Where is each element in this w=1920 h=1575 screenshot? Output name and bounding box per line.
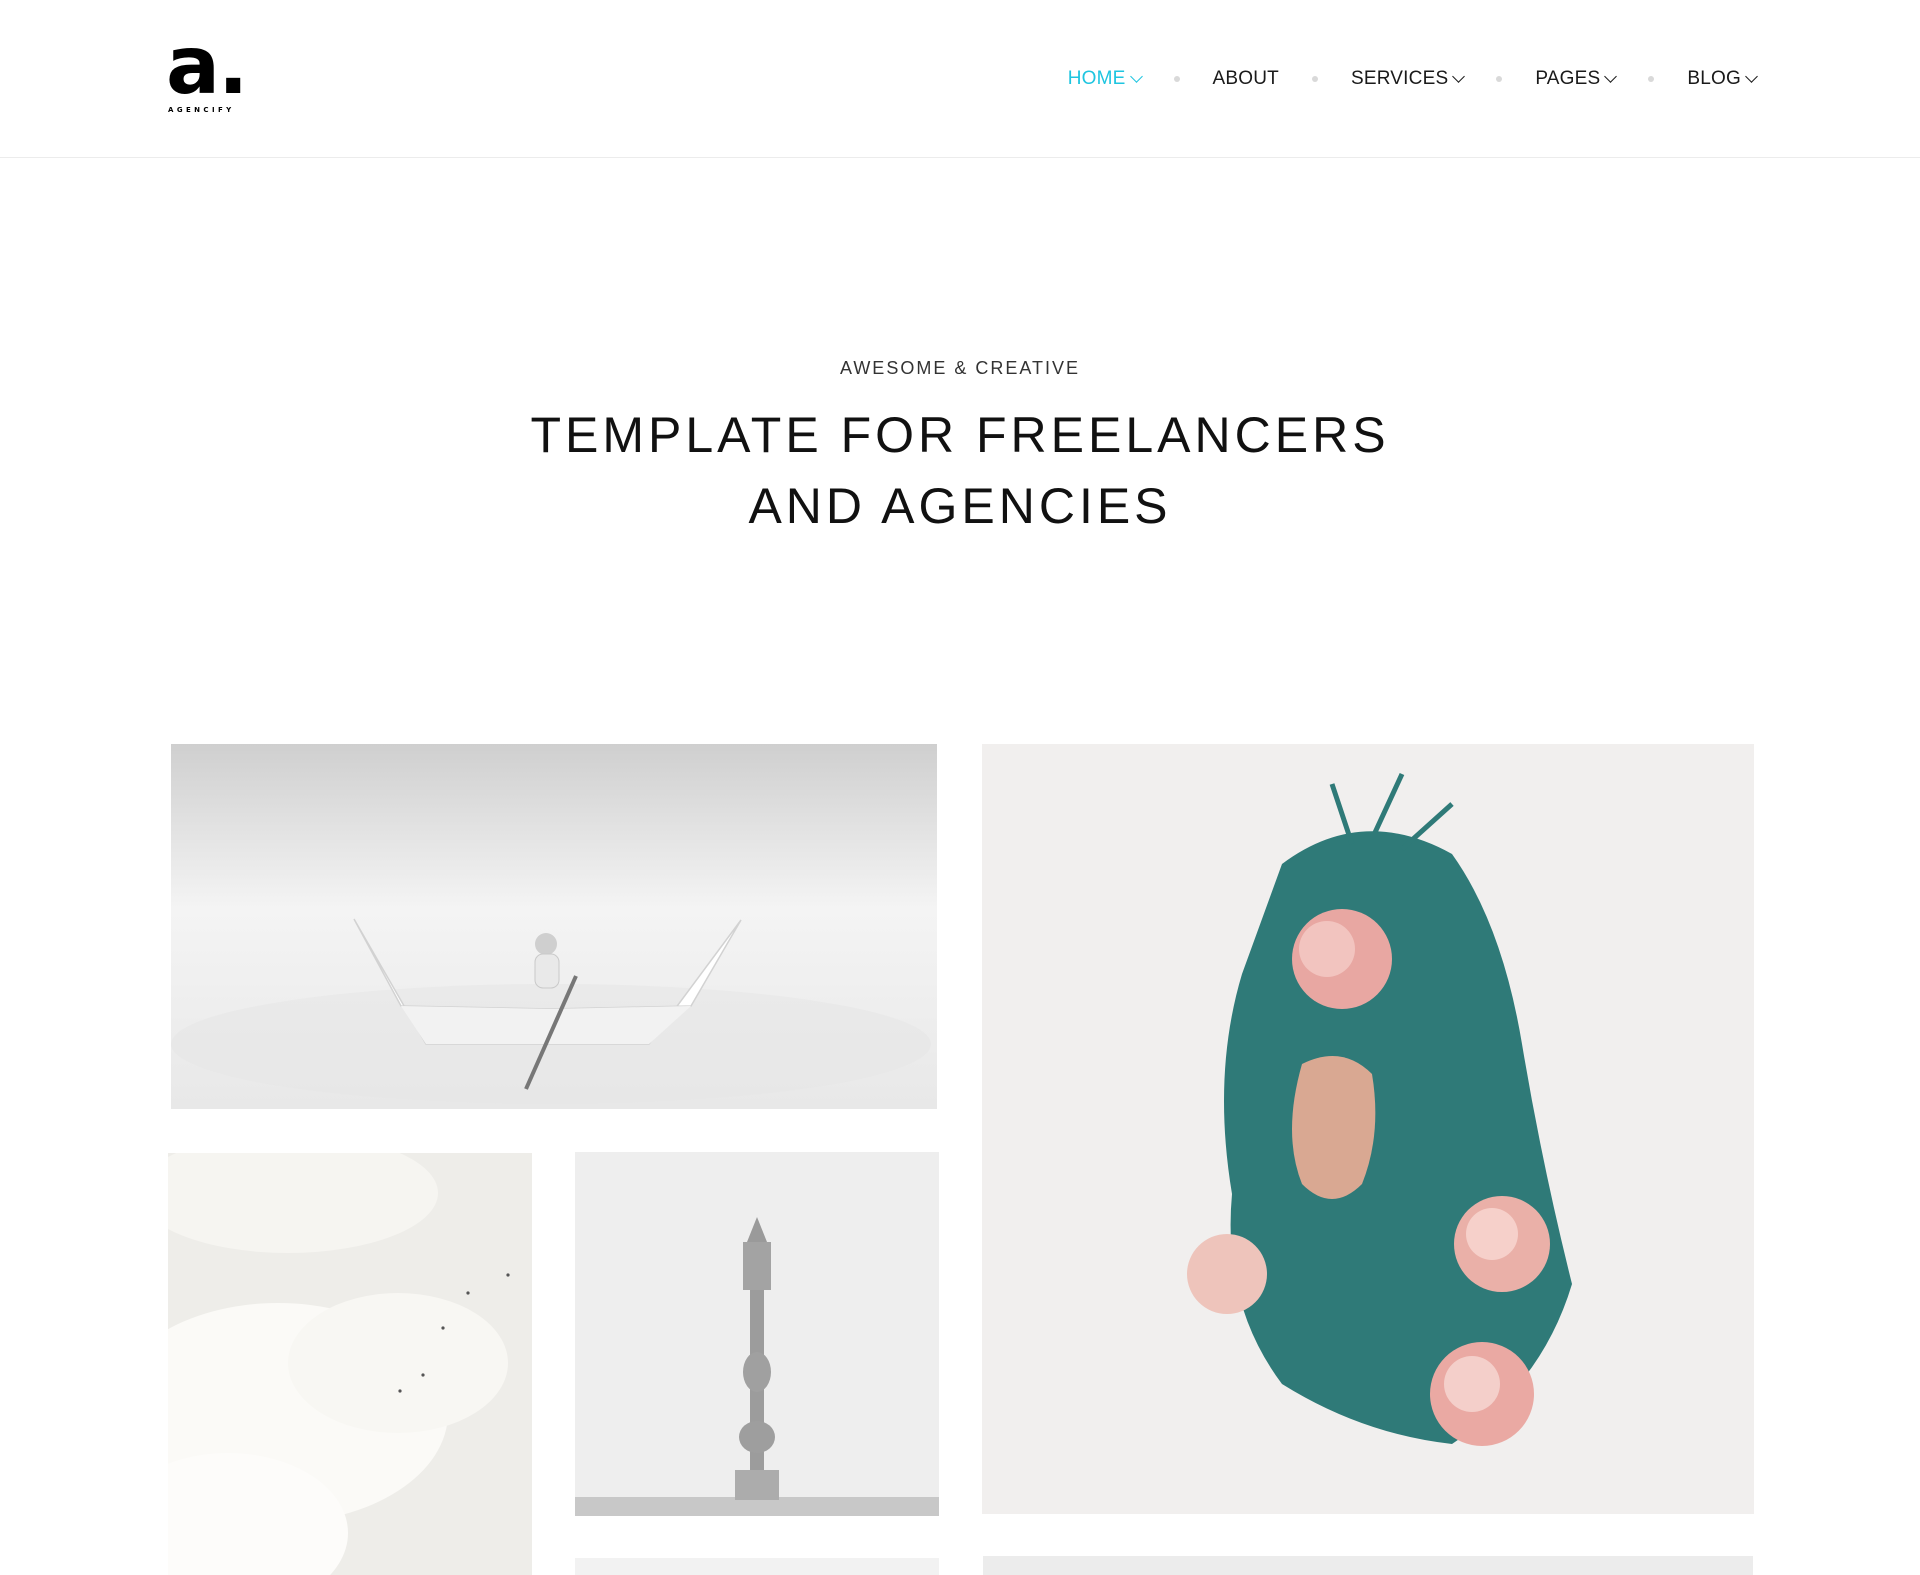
hero-title: TEMPLATE FOR FREELANCERS AND AGENCIES xyxy=(0,400,1920,542)
hero-title-line-2: AND AGENCIES xyxy=(748,478,1172,534)
nav-item-about-label: ABOUT xyxy=(1212,68,1279,89)
floral-portrait-illustration xyxy=(982,744,1754,1514)
nav-separator-dot xyxy=(1496,76,1503,82)
nav-item-about[interactable]: ABOUT xyxy=(1213,68,1279,90)
logo-mark: a. xyxy=(166,19,248,112)
logo-wordmark: AGENCIFY xyxy=(168,106,235,114)
nav-item-blog[interactable]: BLOG xyxy=(1687,68,1758,90)
chevron-down-icon xyxy=(1452,70,1466,83)
clouds-image[interactable] xyxy=(168,1153,532,1575)
lamp-tower-illustration xyxy=(575,1152,939,1516)
chevron-down-icon xyxy=(1604,70,1618,83)
nav-item-home-label: HOME xyxy=(1067,68,1126,89)
nav-separator-dot xyxy=(1173,76,1180,82)
hero-kicker: AWESOME & CREATIVE xyxy=(839,358,1081,378)
paper-boat-illustration xyxy=(171,744,937,1109)
nav-separator-dot xyxy=(1311,76,1318,82)
site-header: a. AGENCIFY HOME ABOUT SERVICES PAGES BL… xyxy=(0,0,1920,158)
chevron-down-icon xyxy=(1129,70,1143,83)
portfolio-tile-partial[interactable] xyxy=(983,1556,1753,1575)
paper-boat-image[interactable] xyxy=(171,744,937,1109)
nav-item-pages[interactable]: PAGES xyxy=(1535,68,1618,90)
agencify-logo[interactable]: a. AGENCIFY xyxy=(166,26,248,120)
main-nav: HOME ABOUT SERVICES PAGES BLOG xyxy=(1067,0,1758,158)
nav-separator-dot xyxy=(1648,76,1655,82)
portfolio-tile-partial[interactable] xyxy=(575,1558,939,1575)
clouds-illustration xyxy=(168,1153,532,1575)
lamp-tower-image[interactable] xyxy=(575,1152,939,1516)
hero-title-line-1: TEMPLATE FOR FREELANCERS xyxy=(530,407,1390,463)
nav-item-home[interactable]: HOME xyxy=(1067,68,1143,90)
hero-section: AWESOME & CREATIVE TEMPLATE FOR FREELANC… xyxy=(0,158,1920,743)
nav-item-blog-label: BLOG xyxy=(1687,68,1741,89)
nav-item-services-label: SERVICES xyxy=(1350,68,1449,89)
nav-item-pages-label: PAGES xyxy=(1535,68,1601,89)
floral-portrait-image[interactable] xyxy=(982,744,1754,1514)
chevron-down-icon xyxy=(1745,70,1758,83)
nav-item-services[interactable]: SERVICES xyxy=(1350,68,1466,90)
